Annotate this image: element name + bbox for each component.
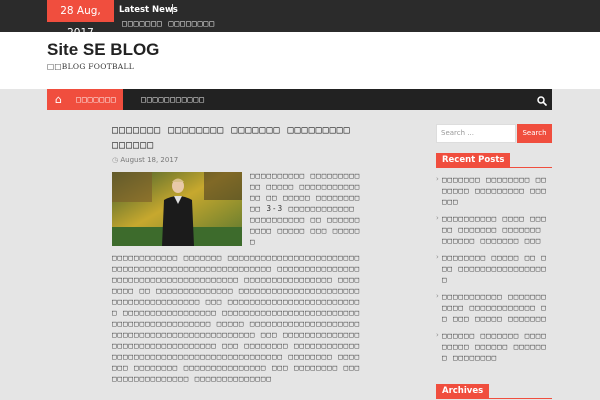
sidebar: Search ... Search Recent Posts □□□□□□□ □… [436, 110, 552, 400]
divider [436, 398, 552, 399]
site-title[interactable]: Site SE BLOG [47, 40, 159, 60]
archives-title: Archives [436, 384, 490, 399]
top-bar: 28 Aug, 2017 Latest News □□□□□□□ □□□□□□□… [0, 0, 600, 39]
post-featured-image[interactable] [112, 172, 242, 246]
recent-posts-title: Recent Posts [436, 153, 511, 168]
search-icon[interactable] [537, 89, 547, 110]
recent-post-link[interactable]: □□□□□□□□□□□ □□□□□□□□□□□ □□□□□□□□□□□□ □□ … [436, 291, 552, 324]
post-date: ◷ August 18, 2017 [112, 156, 178, 164]
site-header: Site SE BLOG □□BLOG FOOTBALL [0, 32, 600, 89]
post-title[interactable]: □□□□□□□ □□□□□□□□ □□□□□□□ □□□□□□□□□ □□□□□… [112, 123, 360, 153]
post-excerpt-top: □□□□□□□□□□ □□□□□□□□□□□ □□□□□ □□□□□□□□□□□… [250, 171, 361, 246]
latest-news-label: Latest News [119, 5, 178, 15]
current-date: 28 Aug, 2017 [47, 0, 114, 39]
clock-icon: ◷ [112, 156, 119, 164]
divider [436, 167, 552, 168]
main-content: □□□□□□□ □□□□□□□□ □□□□□□□ □□□□□□□□□ □□□□□… [108, 110, 360, 400]
recent-post-link[interactable]: □□□□□□ □□□□□□□ □□□□□□□□□ □□□□□□ □□□□□□□ … [436, 330, 552, 363]
nav-item-2[interactable]: □□□□□□□□□□□ [135, 89, 211, 110]
divider [172, 4, 173, 14]
home-icon[interactable]: ⌂ [47, 89, 70, 110]
post-date-text: August 18, 2017 [120, 156, 179, 164]
recent-post-link[interactable]: □□□□□□□□□□ □□□□ □□□□□ □□□□□□□ □□□□□□□ □□… [436, 213, 552, 246]
nav-item-1[interactable]: □□□□□□□ [70, 89, 123, 110]
recent-post-link[interactable]: □□□□□□□□ □□□□□ □□ □□□ □□□□□□□□□□□□□□□□□ [436, 252, 552, 285]
sidebar-search-input[interactable]: Search ... [436, 124, 516, 143]
news-ticker-link[interactable]: □□□□□□□ □□□□□□□□ [122, 19, 215, 29]
site-description: □□BLOG FOOTBALL [47, 62, 135, 71]
sidebar-search-button[interactable]: Search [517, 124, 552, 143]
post-excerpt: □□□□□□□□□□□□ □□□□□□□ □□□□□□□□□□□□□□□□□□□… [112, 253, 361, 383]
main-nav: ⌂ □□□□□□□ □□□□□□□□□□□ [47, 89, 552, 110]
recent-post-link[interactable]: □□□□□□□ □□□□□□□□ □□□□□□□ □□□□□□□□□ □□□□□… [436, 174, 552, 207]
recent-posts-list: □□□□□□□ □□□□□□□□ □□□□□□□ □□□□□□□□□ □□□□□… [436, 174, 552, 369]
